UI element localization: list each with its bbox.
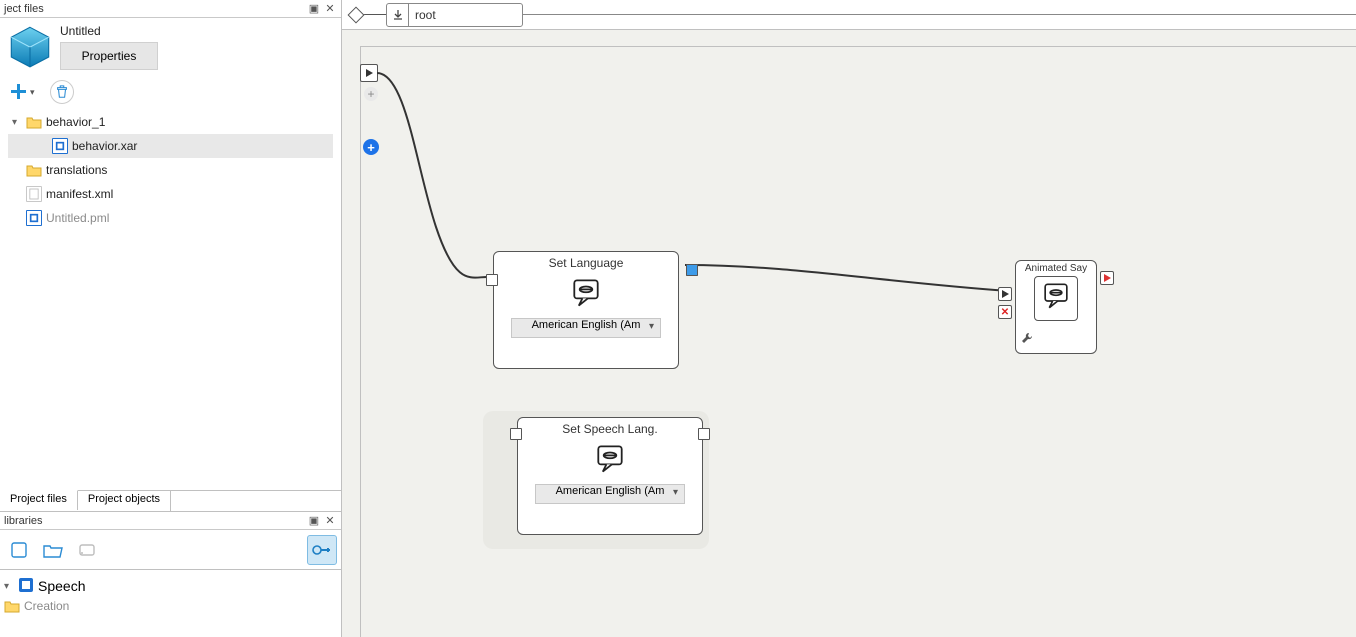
download-into-icon xyxy=(387,4,409,26)
tree-label: Creation xyxy=(24,599,69,613)
speech-bubble-icon xyxy=(1016,274,1096,323)
output-port[interactable] xyxy=(698,428,710,440)
node-title: Animated Say xyxy=(1016,261,1096,274)
flow-start-port[interactable] xyxy=(360,64,378,82)
project-files-header: ject files ▣ ✕ xyxy=(0,0,341,18)
tree-file-pml[interactable]: Untitled.pml xyxy=(8,206,333,230)
package-icon[interactable] xyxy=(72,535,102,565)
chevron-down-icon[interactable]: ▾ xyxy=(4,581,14,592)
project-panel-tabs: Project files Project objects xyxy=(0,490,341,511)
tab-project-files[interactable]: Project files xyxy=(0,490,78,510)
project-cube-icon xyxy=(8,24,52,68)
tree-label: Speech xyxy=(38,578,85,594)
speech-bubble-icon xyxy=(494,270,678,312)
language-dropdown[interactable]: American English (Am xyxy=(511,318,661,338)
project-files-panel: ject files ▣ ✕ Untitled Pro xyxy=(0,0,341,512)
chevron-spacer xyxy=(12,189,22,200)
breadcrumb-start-icon[interactable] xyxy=(348,6,365,23)
project-files-title: ject files xyxy=(4,3,305,15)
output-port-lang[interactable] xyxy=(686,264,698,276)
tree-folder-translations[interactable]: translations xyxy=(8,158,333,182)
node-set-speech-lang[interactable]: Set Speech Lang. American English (Am xyxy=(517,417,703,535)
node-title: Set Speech Lang. xyxy=(518,418,702,436)
tree-folder-behavior[interactable]: ▾ behavior_1 xyxy=(8,110,333,134)
lib-tree-speech[interactable]: ▾ Speech xyxy=(0,574,341,598)
tree-label: behavior.xar xyxy=(72,139,137,153)
add-dropdown-icon[interactable]: ▾ xyxy=(30,87,40,98)
language-dropdown[interactable]: American English (Am xyxy=(535,484,685,504)
chevron-down-icon[interactable]: ▾ xyxy=(12,117,22,128)
panel-detach-icon[interactable]: ▣ xyxy=(307,514,321,528)
panel-close-icon[interactable]: ✕ xyxy=(323,2,337,16)
folder-icon xyxy=(26,163,42,177)
trash-icon[interactable] xyxy=(50,80,74,104)
libraries-tree: ▾ Speech Creation xyxy=(0,570,341,614)
breadcrumb-label: root xyxy=(409,8,522,22)
tree-label: manifest.xml xyxy=(46,187,113,201)
breadcrumb-bar: root xyxy=(342,0,1356,30)
panel-close-icon[interactable]: ✕ xyxy=(323,514,337,528)
panel-detach-icon[interactable]: ▣ xyxy=(307,2,321,16)
node-title: Set Language xyxy=(494,252,678,270)
search-key-icon[interactable] xyxy=(307,535,337,565)
folder-icon xyxy=(26,115,42,129)
node-set-language[interactable]: Set Language American English (Am xyxy=(493,251,679,369)
play-port-icon[interactable] xyxy=(998,287,1012,301)
input-port[interactable] xyxy=(510,428,522,440)
libraries-panel: libraries ▣ ✕ ▾ S xyxy=(0,512,341,637)
add-icon[interactable] xyxy=(8,82,28,102)
breadcrumb-trail xyxy=(523,14,1356,15)
open-folder-icon[interactable] xyxy=(38,535,68,565)
tab-project-objects[interactable]: Project objects xyxy=(78,491,171,511)
tree-label: translations xyxy=(46,163,107,177)
libraries-title: libraries xyxy=(4,515,305,527)
flow-canvas[interactable]: root + + Set Language xyxy=(342,0,1356,637)
tree-label: behavior_1 xyxy=(46,115,105,129)
add-output-icon[interactable]: + xyxy=(364,87,378,101)
project-tree: ▾ behavior_1 behavior.xar xyxy=(8,110,333,230)
chevron-spacer xyxy=(12,165,22,176)
pml-file-icon xyxy=(26,210,42,226)
wrench-icon[interactable] xyxy=(1020,331,1034,350)
lib-tree-creation[interactable]: Creation xyxy=(0,598,341,614)
box-lib-icon xyxy=(18,577,34,596)
input-port[interactable] xyxy=(486,274,498,286)
node-animated-say[interactable]: ✕ Animated Say xyxy=(1015,260,1097,354)
project-title: Untitled xyxy=(60,24,158,38)
tree-file-manifest[interactable]: manifest.xml xyxy=(8,182,333,206)
breadcrumb-root[interactable]: root xyxy=(386,3,523,27)
chevron-spacer xyxy=(12,213,22,224)
play-output-icon[interactable] xyxy=(1100,271,1114,285)
properties-button[interactable]: Properties xyxy=(60,42,158,70)
libraries-header: libraries ▣ ✕ xyxy=(0,512,341,530)
new-box-icon[interactable] xyxy=(4,535,34,565)
breadcrumb-connector xyxy=(362,14,386,15)
libraries-toolbar xyxy=(0,530,341,570)
tree-label: Untitled.pml xyxy=(46,211,109,225)
file-icon xyxy=(26,186,42,202)
flow-area[interactable]: + + Set Language American En xyxy=(360,46,1356,637)
speech-bubble-icon xyxy=(518,436,702,478)
tree-file-behavior-xar[interactable]: behavior.xar xyxy=(8,134,333,158)
folder-icon xyxy=(4,599,20,613)
xar-file-icon xyxy=(52,138,68,154)
stop-port-icon[interactable]: ✕ xyxy=(998,305,1012,319)
add-parameter-icon[interactable]: + xyxy=(363,139,379,155)
